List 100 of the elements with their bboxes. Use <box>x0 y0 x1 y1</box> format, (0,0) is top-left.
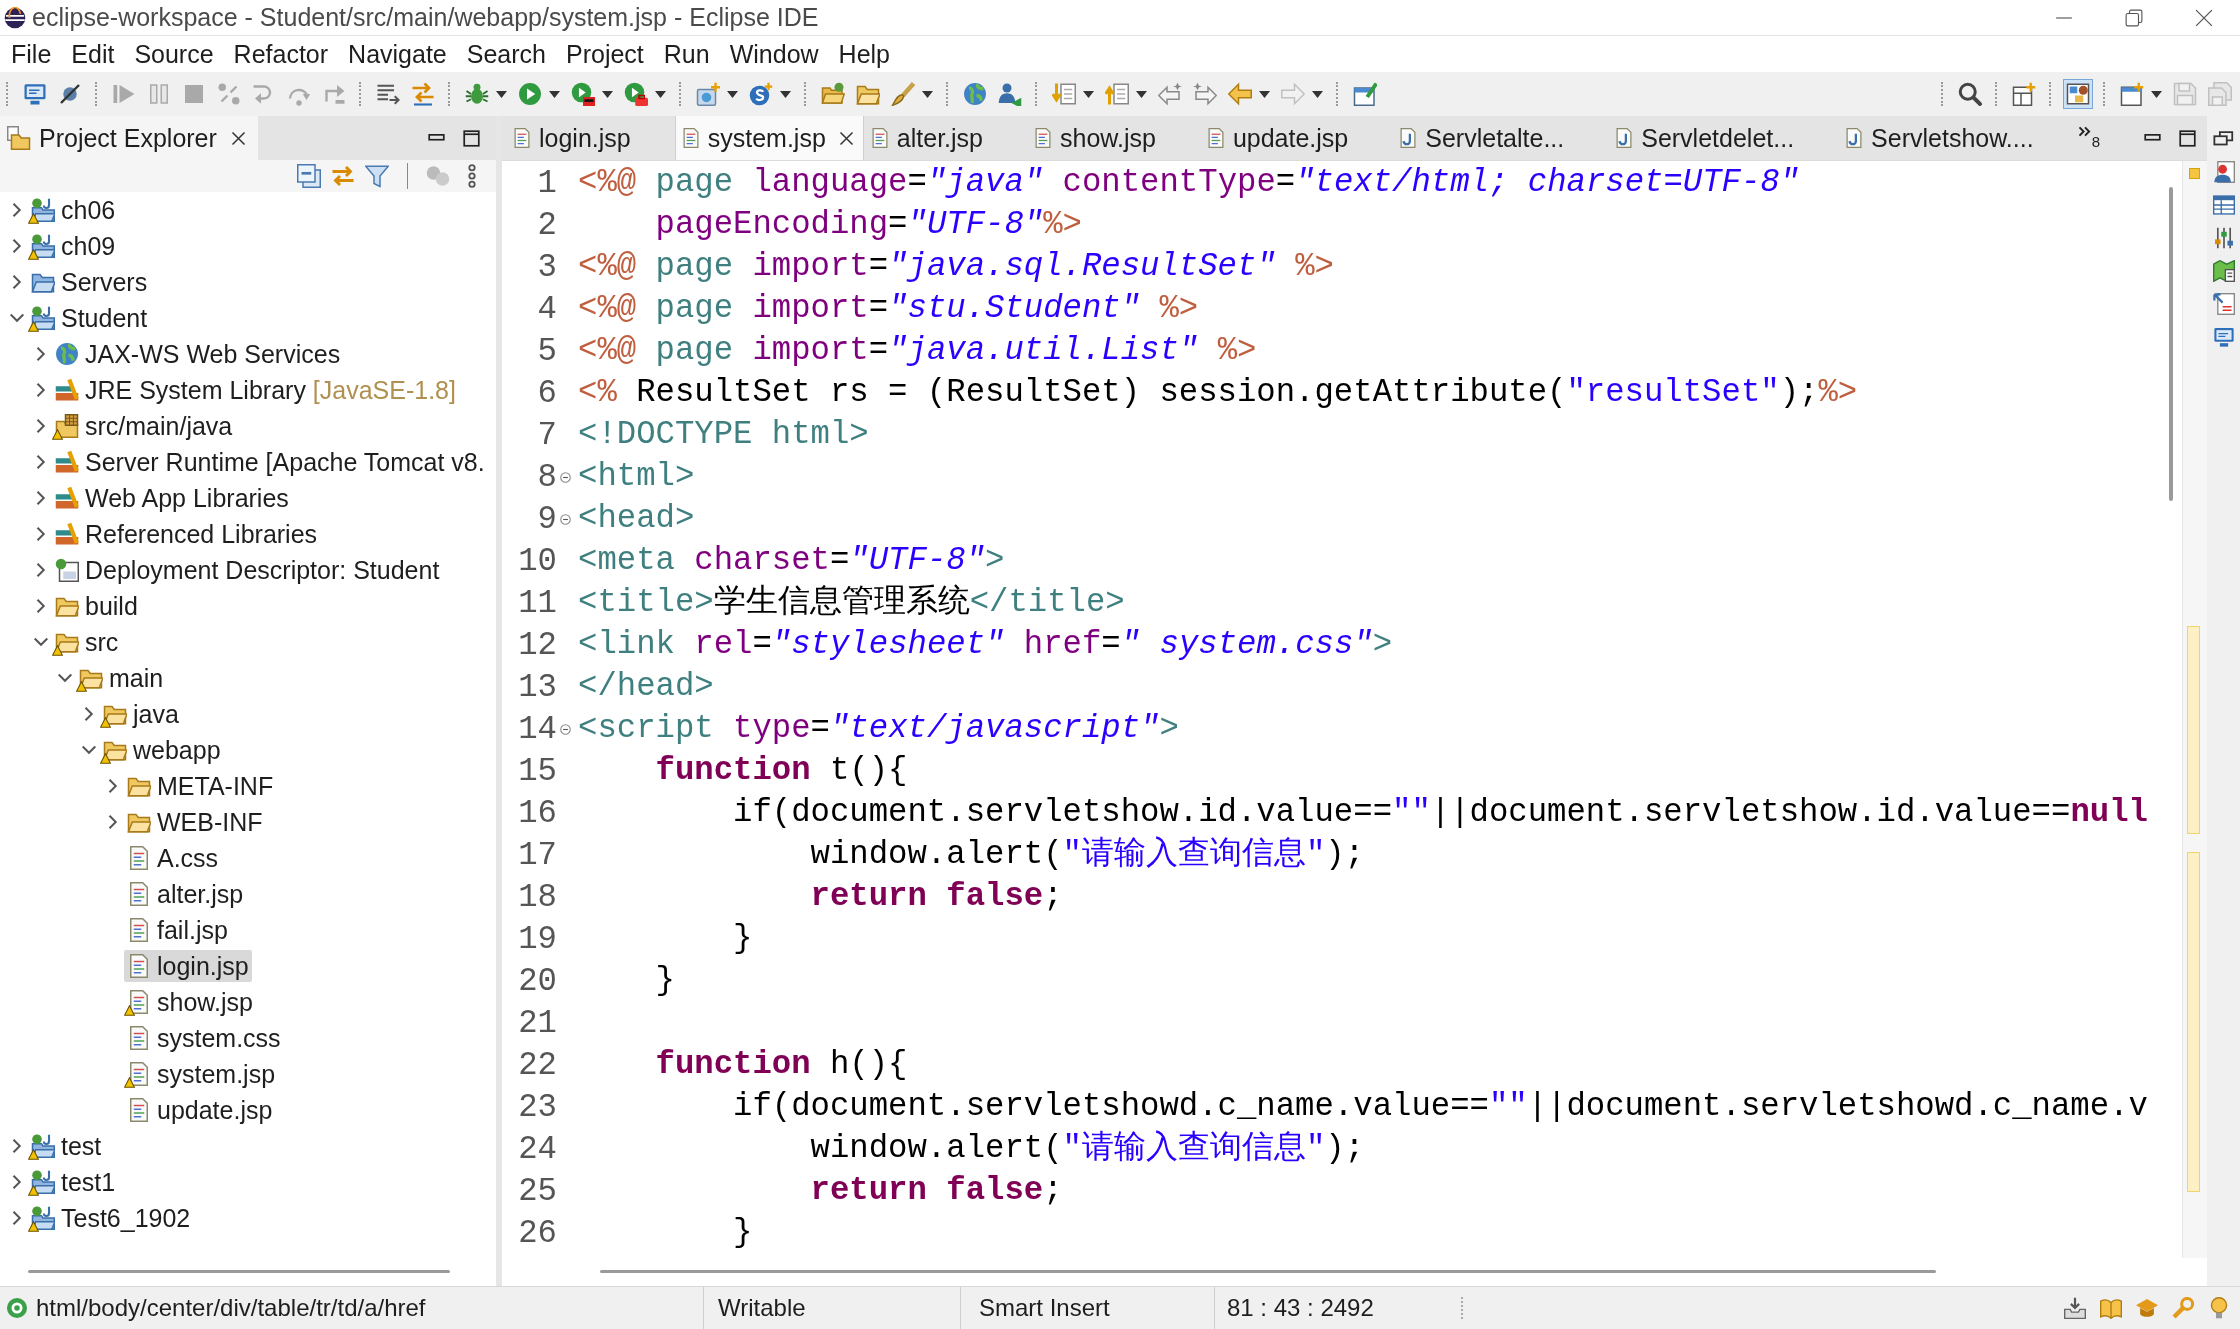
tree-item[interactable]: src <box>52 626 122 658</box>
menu-item[interactable]: Window <box>719 39 829 69</box>
globe-icon[interactable] <box>963 82 987 106</box>
menu-item[interactable]: Run <box>653 39 720 69</box>
arrows-icon[interactable] <box>411 82 435 106</box>
caret-icon[interactable] <box>780 90 791 98</box>
bulb-icon[interactable] <box>2208 1297 2230 1319</box>
tree-item[interactable]: java <box>100 698 182 730</box>
tree-item[interactable]: build <box>52 590 141 622</box>
chevron-down-icon[interactable] <box>82 743 96 757</box>
chevron-down-icon[interactable] <box>34 635 48 649</box>
chevron-right-icon[interactable] <box>106 815 120 829</box>
minus-circle-icon[interactable] <box>560 513 571 525</box>
tree-item[interactable]: WEB-INF <box>124 806 266 838</box>
cap-icon[interactable] <box>2136 1297 2158 1319</box>
tree-item[interactable]: Referenced Libraries <box>52 518 321 550</box>
chevron-right-icon[interactable] <box>10 1211 24 1225</box>
tree-item[interactable]: login.jsp <box>124 950 252 982</box>
window-plus-icon[interactable] <box>2120 82 2144 106</box>
chevron-right-icon[interactable] <box>34 455 48 469</box>
tray-arrow-icon[interactable] <box>2064 1297 2086 1319</box>
collapse-all-icon[interactable] <box>297 164 321 188</box>
maximize-icon[interactable] <box>2179 129 2196 147</box>
tree-item[interactable]: Web App Libraries <box>52 482 292 514</box>
arrow-left-icon[interactable] <box>1228 82 1252 106</box>
arrow-up-icon[interactable] <box>1105 82 1129 106</box>
arrow-right-icon[interactable] <box>1193 82 1217 106</box>
editor-tab[interactable]: Servletshow.... <box>1838 116 2078 160</box>
chevron-right-icon[interactable] <box>10 1175 24 1189</box>
tree-item[interactable]: update.jsp <box>124 1094 276 1126</box>
box-plus-icon[interactable] <box>696 82 720 106</box>
tree-item[interactable]: Student <box>28 302 151 334</box>
menu-item[interactable]: File <box>1 39 62 69</box>
table-icon[interactable] <box>2212 194 2235 216</box>
window-pencil-icon[interactable] <box>1353 82 1377 106</box>
tree-item[interactable]: main <box>76 662 167 694</box>
chevron-right-icon[interactable] <box>10 203 24 217</box>
play-toolbox-icon[interactable] <box>624 82 648 106</box>
editor-tab[interactable]: Servletdelet... <box>1608 116 1839 160</box>
restore-icon[interactable] <box>2125 8 2143 27</box>
caret-icon[interactable] <box>1136 90 1147 98</box>
minus-circle-icon[interactable] <box>560 471 571 483</box>
caret-icon[interactable] <box>1259 90 1270 98</box>
crossed-dot-icon[interactable] <box>58 82 82 106</box>
tree-item[interactable]: test1 <box>28 1166 119 1198</box>
caret-icon[interactable] <box>655 90 666 98</box>
chevron-right-icon[interactable] <box>34 599 48 613</box>
chevron-right-icon[interactable] <box>34 419 48 433</box>
editor-tab[interactable]: Servletalte... <box>1392 116 1609 160</box>
menu-item[interactable]: Search <box>456 39 556 69</box>
book-icon[interactable] <box>2100 1297 2122 1319</box>
editor-tab[interactable]: show.jsp <box>1027 116 1200 160</box>
filter-icon[interactable] <box>365 164 389 188</box>
tree-item[interactable]: META-INF <box>124 770 277 802</box>
menu-item[interactable]: Edit <box>61 39 125 69</box>
menu-item[interactable]: Refactor <box>223 39 339 69</box>
chevron-right-icon[interactable] <box>34 491 48 505</box>
scrollbar-thumb[interactable] <box>2169 187 2173 501</box>
caret-icon[interactable] <box>549 90 560 98</box>
tab-overflow-button[interactable]: 8 <box>2077 116 2100 160</box>
tree-item[interactable]: Test6_1902 <box>28 1202 194 1234</box>
document-arrow-icon[interactable] <box>2212 293 2235 315</box>
tree-item[interactable]: webapp <box>100 734 224 766</box>
editor-tab[interactable]: update.jsp <box>1199 116 1393 160</box>
brush-icon[interactable] <box>891 82 915 106</box>
window-plus-icon[interactable] <box>2012 82 2036 106</box>
arrows-icon[interactable] <box>331 164 355 188</box>
tree-item[interactable]: test <box>28 1130 105 1162</box>
map-icon[interactable] <box>2212 260 2235 282</box>
tree-item[interactable]: Servers <box>28 266 151 298</box>
close-icon[interactable] <box>230 130 246 146</box>
chevron-right-icon[interactable] <box>106 779 120 793</box>
chevron-right-icon[interactable] <box>34 383 48 397</box>
view-tab[interactable]: Project Explorer <box>0 116 258 160</box>
caret-icon[interactable] <box>1083 90 1094 98</box>
chevron-right-icon[interactable] <box>10 1139 24 1153</box>
caret-icon[interactable] <box>602 90 613 98</box>
tree-item[interactable]: src/main/java <box>52 410 236 442</box>
monitor-icon[interactable] <box>2212 326 2235 348</box>
scrollbar-thumb[interactable] <box>600 1270 1936 1273</box>
chevron-right-icon[interactable] <box>10 239 24 253</box>
sliders-icon[interactable] <box>2212 227 2235 249</box>
tree-item[interactable]: JAX-WS Web Services <box>52 338 344 370</box>
tree-item[interactable]: JRE System Library [JavaSE-1.8] <box>52 374 459 406</box>
editor-tab[interactable]: login.jsp <box>506 116 675 160</box>
window-shapes-icon[interactable] <box>2063 79 2093 109</box>
chevron-right-icon[interactable] <box>82 707 96 721</box>
tree-item[interactable]: alter.jsp <box>124 878 247 910</box>
menu-item[interactable]: Source <box>124 39 224 69</box>
tree-item[interactable]: fail.jsp <box>124 914 231 946</box>
scrollbar-thumb[interactable] <box>28 1270 450 1273</box>
s-circle-icon[interactable] <box>749 82 773 106</box>
caret-icon[interactable] <box>727 90 738 98</box>
tree-item[interactable]: ch09 <box>28 230 119 262</box>
tree-item[interactable]: show.jsp <box>124 986 256 1018</box>
person-arrow-icon[interactable] <box>998 82 1022 106</box>
chevron-down-icon[interactable] <box>10 311 24 325</box>
menu-item[interactable]: Project <box>556 39 654 69</box>
play-icon[interactable] <box>518 82 542 106</box>
editor-tab[interactable]: system.jsp <box>674 116 864 160</box>
